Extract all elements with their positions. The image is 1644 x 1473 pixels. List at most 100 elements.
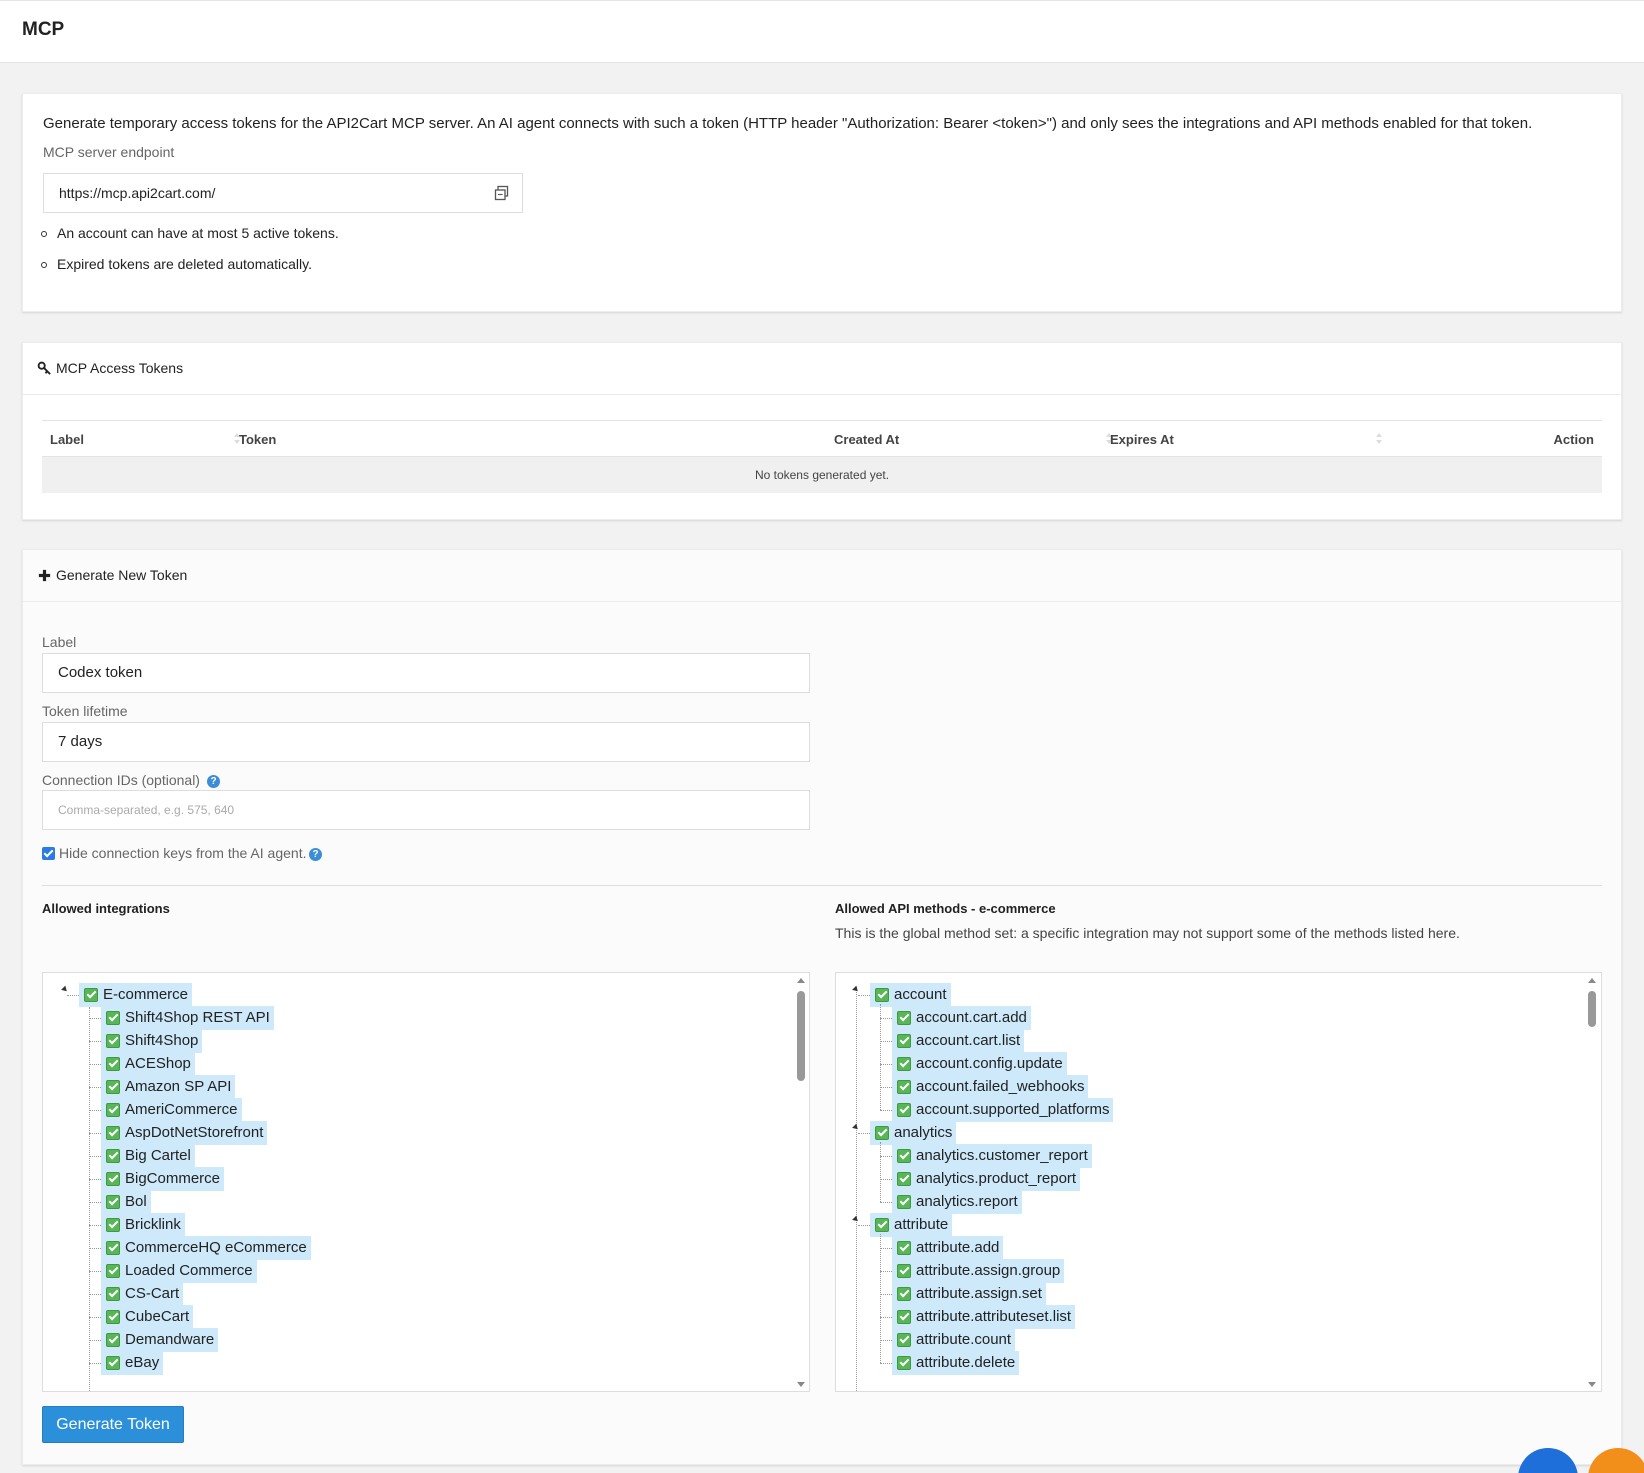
endpoint-value: https://mcp.api2cart.com/ [59, 185, 216, 201]
checkbox-checked-icon[interactable] [106, 1057, 120, 1071]
tree-connector [89, 1041, 101, 1042]
help-icon[interactable]: ? [207, 775, 220, 788]
checkbox-checked-icon[interactable] [106, 1310, 120, 1324]
tree-connector [89, 1110, 101, 1111]
checkbox-checked-icon[interactable] [897, 1080, 911, 1094]
scroll-thumb[interactable] [797, 991, 805, 1081]
checkbox-checked-icon[interactable] [106, 1172, 120, 1186]
scroll-down-icon[interactable] [797, 1382, 805, 1387]
connection-ids-input[interactable]: Comma-separated, e.g. 575, 640 [42, 790, 810, 830]
tree-node-label: account.config.update [892, 1052, 1067, 1076]
copy-icon[interactable] [494, 185, 510, 201]
checkbox-checked-icon[interactable] [897, 1034, 911, 1048]
tree-connector [880, 1202, 892, 1203]
generate-token-button[interactable]: Generate Token [42, 1406, 184, 1443]
checkbox-checked-icon[interactable] [897, 1103, 911, 1117]
tokens-panel-title: MCP Access Tokens [56, 360, 184, 376]
checkbox-checked-icon[interactable] [106, 1241, 120, 1255]
checkbox-checked-icon[interactable] [106, 1034, 120, 1048]
tree-connector [89, 1271, 101, 1272]
checkbox-checked-icon[interactable] [875, 1218, 889, 1232]
endpoint-field[interactable]: https://mcp.api2cart.com/ [43, 173, 523, 213]
checkbox-checked-icon[interactable] [106, 1287, 120, 1301]
tree-node-label: AmeriCommerce [101, 1098, 242, 1122]
checkbox-checked-icon[interactable] [106, 1356, 120, 1370]
scroll-up-icon[interactable] [1588, 978, 1596, 983]
scroll-thumb[interactable] [1588, 991, 1596, 1027]
column-action: Action [1553, 432, 1594, 447]
tree-connector [880, 1294, 892, 1295]
empty-table-message: No tokens generated yet. [42, 457, 1602, 493]
tree-node-label: analytics.product_report [892, 1167, 1081, 1191]
hide-keys-checkbox[interactable] [42, 847, 55, 860]
checkbox-checked-icon[interactable] [897, 1195, 911, 1209]
connection-ids-label: Connection IDs (optional) [42, 772, 200, 788]
tree-connector [858, 1225, 870, 1226]
divider [42, 885, 1602, 886]
integrations-scrollbar[interactable] [796, 977, 806, 1389]
checkbox-checked-icon[interactable] [106, 1011, 120, 1025]
checkbox-checked-icon[interactable] [106, 1195, 120, 1209]
checkbox-checked-icon[interactable] [897, 1172, 911, 1186]
methods-scrollbar[interactable] [1587, 977, 1597, 1389]
checkbox-checked-icon[interactable] [106, 1333, 120, 1347]
lifetime-select[interactable]: 7 days [42, 722, 810, 762]
integrations-title: Allowed integrations [42, 901, 170, 916]
checkbox-checked-icon[interactable] [897, 1241, 911, 1255]
sort-icon[interactable] [1376, 431, 1382, 447]
column-expires-at[interactable]: Expires At [1110, 432, 1174, 447]
tree-connector [880, 1004, 881, 1110]
checkbox-checked-icon[interactable] [897, 1310, 911, 1324]
column-label[interactable]: Label [50, 432, 84, 447]
tokens-table: Label Token Created At Expires At Action… [42, 420, 1602, 493]
collapse-toggle-icon[interactable] [853, 987, 861, 995]
scroll-up-icon[interactable] [797, 978, 805, 983]
tree-connector [880, 1317, 892, 1318]
tree-node-label: Shift4Shop REST API [101, 1006, 274, 1030]
tree-connector [858, 1133, 870, 1134]
generate-panel-title: Generate New Token [56, 567, 188, 583]
top-bar: MCP [0, 0, 1644, 63]
checkbox-checked-icon[interactable] [897, 1287, 911, 1301]
tree-connector [89, 1294, 101, 1295]
checkbox-checked-icon[interactable] [897, 1356, 911, 1370]
tree-node-label: account.cart.add [892, 1006, 1031, 1030]
integrations-tree[interactable]: E-commerce Shift4Shop REST API Shift4Shop… [42, 972, 810, 1392]
checkbox-checked-icon[interactable] [897, 1057, 911, 1071]
tree-connector [89, 1225, 101, 1226]
collapse-toggle-icon[interactable] [853, 1217, 861, 1225]
checkbox-checked-icon[interactable] [106, 1264, 120, 1278]
collapse-toggle-icon[interactable] [62, 987, 70, 995]
checkbox-checked-icon[interactable] [106, 1080, 120, 1094]
label-input[interactable]: Codex token [42, 653, 810, 693]
checkbox-checked-icon[interactable] [106, 1218, 120, 1232]
methods-title: Allowed API methods - e-commerce [835, 901, 1056, 916]
checkbox-checked-icon[interactable] [897, 1333, 911, 1347]
checkbox-checked-icon[interactable] [106, 1126, 120, 1140]
tokens-panel-header: MCP Access Tokens [23, 343, 1621, 395]
methods-tree[interactable]: account account.cart.add account.cart.list… [835, 972, 1602, 1392]
tree-connector [880, 1110, 892, 1111]
column-token: Token [239, 432, 277, 447]
tokens-panel: MCP Access Tokens Label Token Created At… [22, 342, 1622, 520]
checkbox-checked-icon[interactable] [106, 1103, 120, 1117]
tree-connector [89, 1087, 101, 1088]
column-created-at[interactable]: Created At [834, 432, 899, 447]
hide-keys-label: Hide connection keys from the AI agent. [59, 845, 307, 861]
generate-panel-header: Generate New Token [23, 550, 1621, 602]
checkbox-checked-icon[interactable] [84, 988, 98, 1002]
tree-connector [880, 1234, 881, 1363]
checkbox-checked-icon[interactable] [106, 1149, 120, 1163]
checkbox-checked-icon[interactable] [897, 1011, 911, 1025]
help-icon[interactable]: ? [309, 848, 322, 861]
tree-connector [880, 1248, 892, 1249]
checkbox-checked-icon[interactable] [875, 988, 889, 1002]
checkbox-checked-icon[interactable] [897, 1264, 911, 1278]
collapse-toggle-icon[interactable] [853, 1125, 861, 1133]
tree-node-label: analytics.report [892, 1190, 1022, 1214]
scroll-down-icon[interactable] [1588, 1382, 1596, 1387]
checkbox-checked-icon[interactable] [897, 1149, 911, 1163]
tree-node-label: attribute.attributeset.list [892, 1305, 1076, 1329]
tree-node-label: attribute.assign.group [892, 1259, 1065, 1283]
checkbox-checked-icon[interactable] [875, 1126, 889, 1140]
